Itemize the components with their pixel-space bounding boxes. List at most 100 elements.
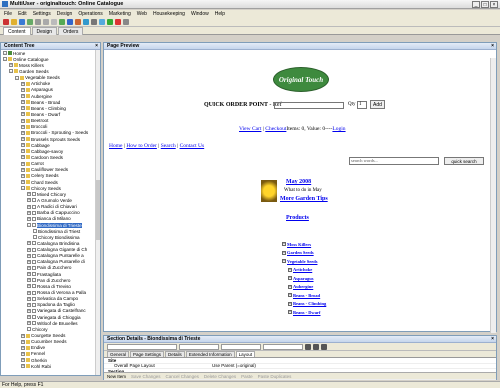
expand-toggle-icon[interactable]: - (15, 75, 19, 80)
expand-toggle-icon[interactable]: + (27, 321, 31, 326)
expand-toggle-icon[interactable]: + (27, 302, 31, 307)
expand-toggle-icon[interactable]: + (21, 124, 25, 129)
toolbar-tick-icon[interactable] (107, 19, 113, 25)
product-link[interactable]: Beans - Climbing (293, 301, 326, 306)
qty-input[interactable]: 1 (357, 101, 367, 109)
action-cancel-changes[interactable]: Cancel Changes (166, 374, 199, 379)
expand-toggle-icon[interactable]: + (21, 339, 25, 344)
login-link[interactable]: Login (332, 126, 345, 132)
product-list-item[interactable]: + Vegetable Seeds (282, 257, 326, 266)
product-link[interactable]: Beans - Broad (293, 293, 320, 298)
toolbar-grid-icon[interactable] (123, 19, 129, 25)
toolbar-globe-icon[interactable] (67, 19, 73, 25)
expand-toggle-icon[interactable]: + (282, 250, 286, 255)
expand-toggle-icon[interactable]: + (27, 253, 31, 258)
menu-item-file[interactable]: File (4, 11, 12, 17)
expand-toggle-icon[interactable]: + (27, 216, 31, 221)
details-close-icon[interactable]: × (491, 336, 494, 342)
preview-scrollbar[interactable] (490, 58, 496, 333)
expand-toggle-icon[interactable]: + (21, 351, 25, 356)
expand-toggle-icon[interactable]: + (21, 161, 25, 166)
expand-toggle-icon[interactable]: + (21, 155, 25, 160)
expand-toggle-icon[interactable]: + (21, 100, 25, 105)
original-touch-logo[interactable]: Original Touch (273, 67, 329, 92)
checkout-link[interactable]: Checkout (265, 126, 286, 132)
expand-toggle-icon[interactable]: + (21, 118, 25, 123)
toolbar-cut-icon[interactable] (35, 19, 41, 25)
menu-item-housekeeping[interactable]: Housekeeping (153, 11, 185, 17)
expand-toggle-icon[interactable]: + (9, 63, 13, 68)
action-delete-changes[interactable]: Delete Changes (204, 374, 236, 379)
expand-toggle-icon[interactable]: + (288, 293, 292, 298)
menu-item-operations[interactable]: Operations (78, 11, 102, 17)
toolbar-save-icon[interactable] (19, 19, 25, 25)
action-new-item[interactable]: New Item (107, 374, 126, 379)
toolbar-folder-icon[interactable] (11, 19, 17, 25)
product-link[interactable]: Beans - Dwarf (293, 310, 321, 315)
product-list-item[interactable]: + Moss Killers (282, 240, 326, 249)
toolbar-cancel-icon[interactable] (115, 19, 121, 25)
toolbar-paste-icon[interactable] (51, 19, 57, 25)
expand-toggle-icon[interactable]: + (27, 296, 31, 301)
expand-toggle-icon[interactable]: + (21, 358, 25, 363)
toolbar-copy-icon[interactable] (43, 19, 49, 25)
bold-icon[interactable] (305, 343, 311, 350)
expand-toggle-icon[interactable]: + (27, 284, 31, 289)
close-icon[interactable]: × (490, 1, 498, 8)
expand-toggle-icon[interactable]: + (21, 94, 25, 99)
product-link[interactable]: Artichoke (293, 267, 312, 272)
action-save-changes[interactable]: Save Changes (131, 374, 161, 379)
quick-search-button[interactable]: quick search (444, 157, 484, 165)
expand-toggle-icon[interactable]: - (9, 69, 13, 74)
tree-scrollbar[interactable] (95, 50, 100, 375)
product-list-item[interactable]: + Asparagus (282, 274, 326, 283)
product-link[interactable]: Vegetable Seeds (287, 259, 317, 264)
expand-toggle-icon[interactable]: + (27, 278, 31, 283)
expand-toggle-icon[interactable]: + (27, 290, 31, 295)
nav-link-search[interactable]: Search (161, 143, 176, 149)
products-link[interactable]: Products (286, 215, 309, 221)
expand-toggle-icon[interactable]: + (27, 198, 31, 203)
menu-item-web[interactable]: Web (137, 11, 147, 17)
action-paste[interactable]: Paste (241, 374, 253, 379)
expand-toggle-icon[interactable]: + (288, 284, 292, 289)
nav-link-home[interactable]: Home (109, 143, 122, 149)
tab-content[interactable]: Content (3, 27, 31, 35)
details-select-3[interactable] (221, 343, 261, 350)
toolbar-stop-icon[interactable] (3, 19, 9, 25)
expand-toggle-icon[interactable]: - (3, 51, 7, 56)
expand-toggle-icon[interactable]: + (21, 81, 25, 86)
expand-toggle-icon[interactable]: + (27, 308, 31, 313)
details-tab-layout[interactable]: Layout (235, 351, 256, 357)
expand-toggle-icon[interactable]: + (288, 301, 292, 306)
expand-toggle-icon[interactable]: + (27, 247, 31, 252)
toolbar-chart-icon[interactable] (99, 19, 105, 25)
action-paste-duplicates[interactable]: Paste Duplicates (258, 374, 292, 379)
underline-icon[interactable] (321, 343, 327, 350)
toolbar-refresh-icon[interactable] (27, 19, 33, 25)
more-garden-tips-link[interactable]: More Garden Tips (280, 196, 328, 202)
menu-item-edit[interactable]: Edit (18, 11, 27, 17)
nav-link-how-to-order[interactable]: How to Order (126, 143, 157, 149)
menu-item-window[interactable]: Window (191, 11, 209, 17)
minimize-icon[interactable]: _ (472, 1, 480, 8)
view-cart-link[interactable]: View Cart (239, 126, 261, 132)
details-select-1[interactable] (107, 343, 177, 350)
tree-scroll-thumb[interactable] (96, 180, 100, 240)
expand-toggle-icon[interactable]: + (21, 167, 25, 172)
tab-orders[interactable]: Orders (58, 27, 84, 35)
product-list-item[interactable]: + Garden Seeds (282, 249, 326, 258)
product-list-item[interactable]: + Artichoke (282, 266, 326, 275)
expand-toggle-icon[interactable]: + (21, 149, 25, 154)
expand-toggle-icon[interactable]: + (27, 204, 31, 209)
expand-toggle-icon[interactable]: + (288, 267, 292, 272)
pane-pin-icon[interactable]: × (95, 43, 98, 49)
menu-item-marketing[interactable]: Marketing (109, 11, 131, 17)
tab-design[interactable]: Design (31, 27, 58, 35)
expand-toggle-icon[interactable]: - (3, 57, 7, 62)
expand-toggle-icon[interactable]: + (21, 173, 25, 178)
nav-link-contact-us[interactable]: Contact Us (180, 143, 205, 149)
details-tab-details[interactable]: Details (165, 351, 185, 357)
expand-toggle-icon[interactable]: + (27, 265, 31, 270)
expand-toggle-icon[interactable]: + (27, 210, 31, 215)
